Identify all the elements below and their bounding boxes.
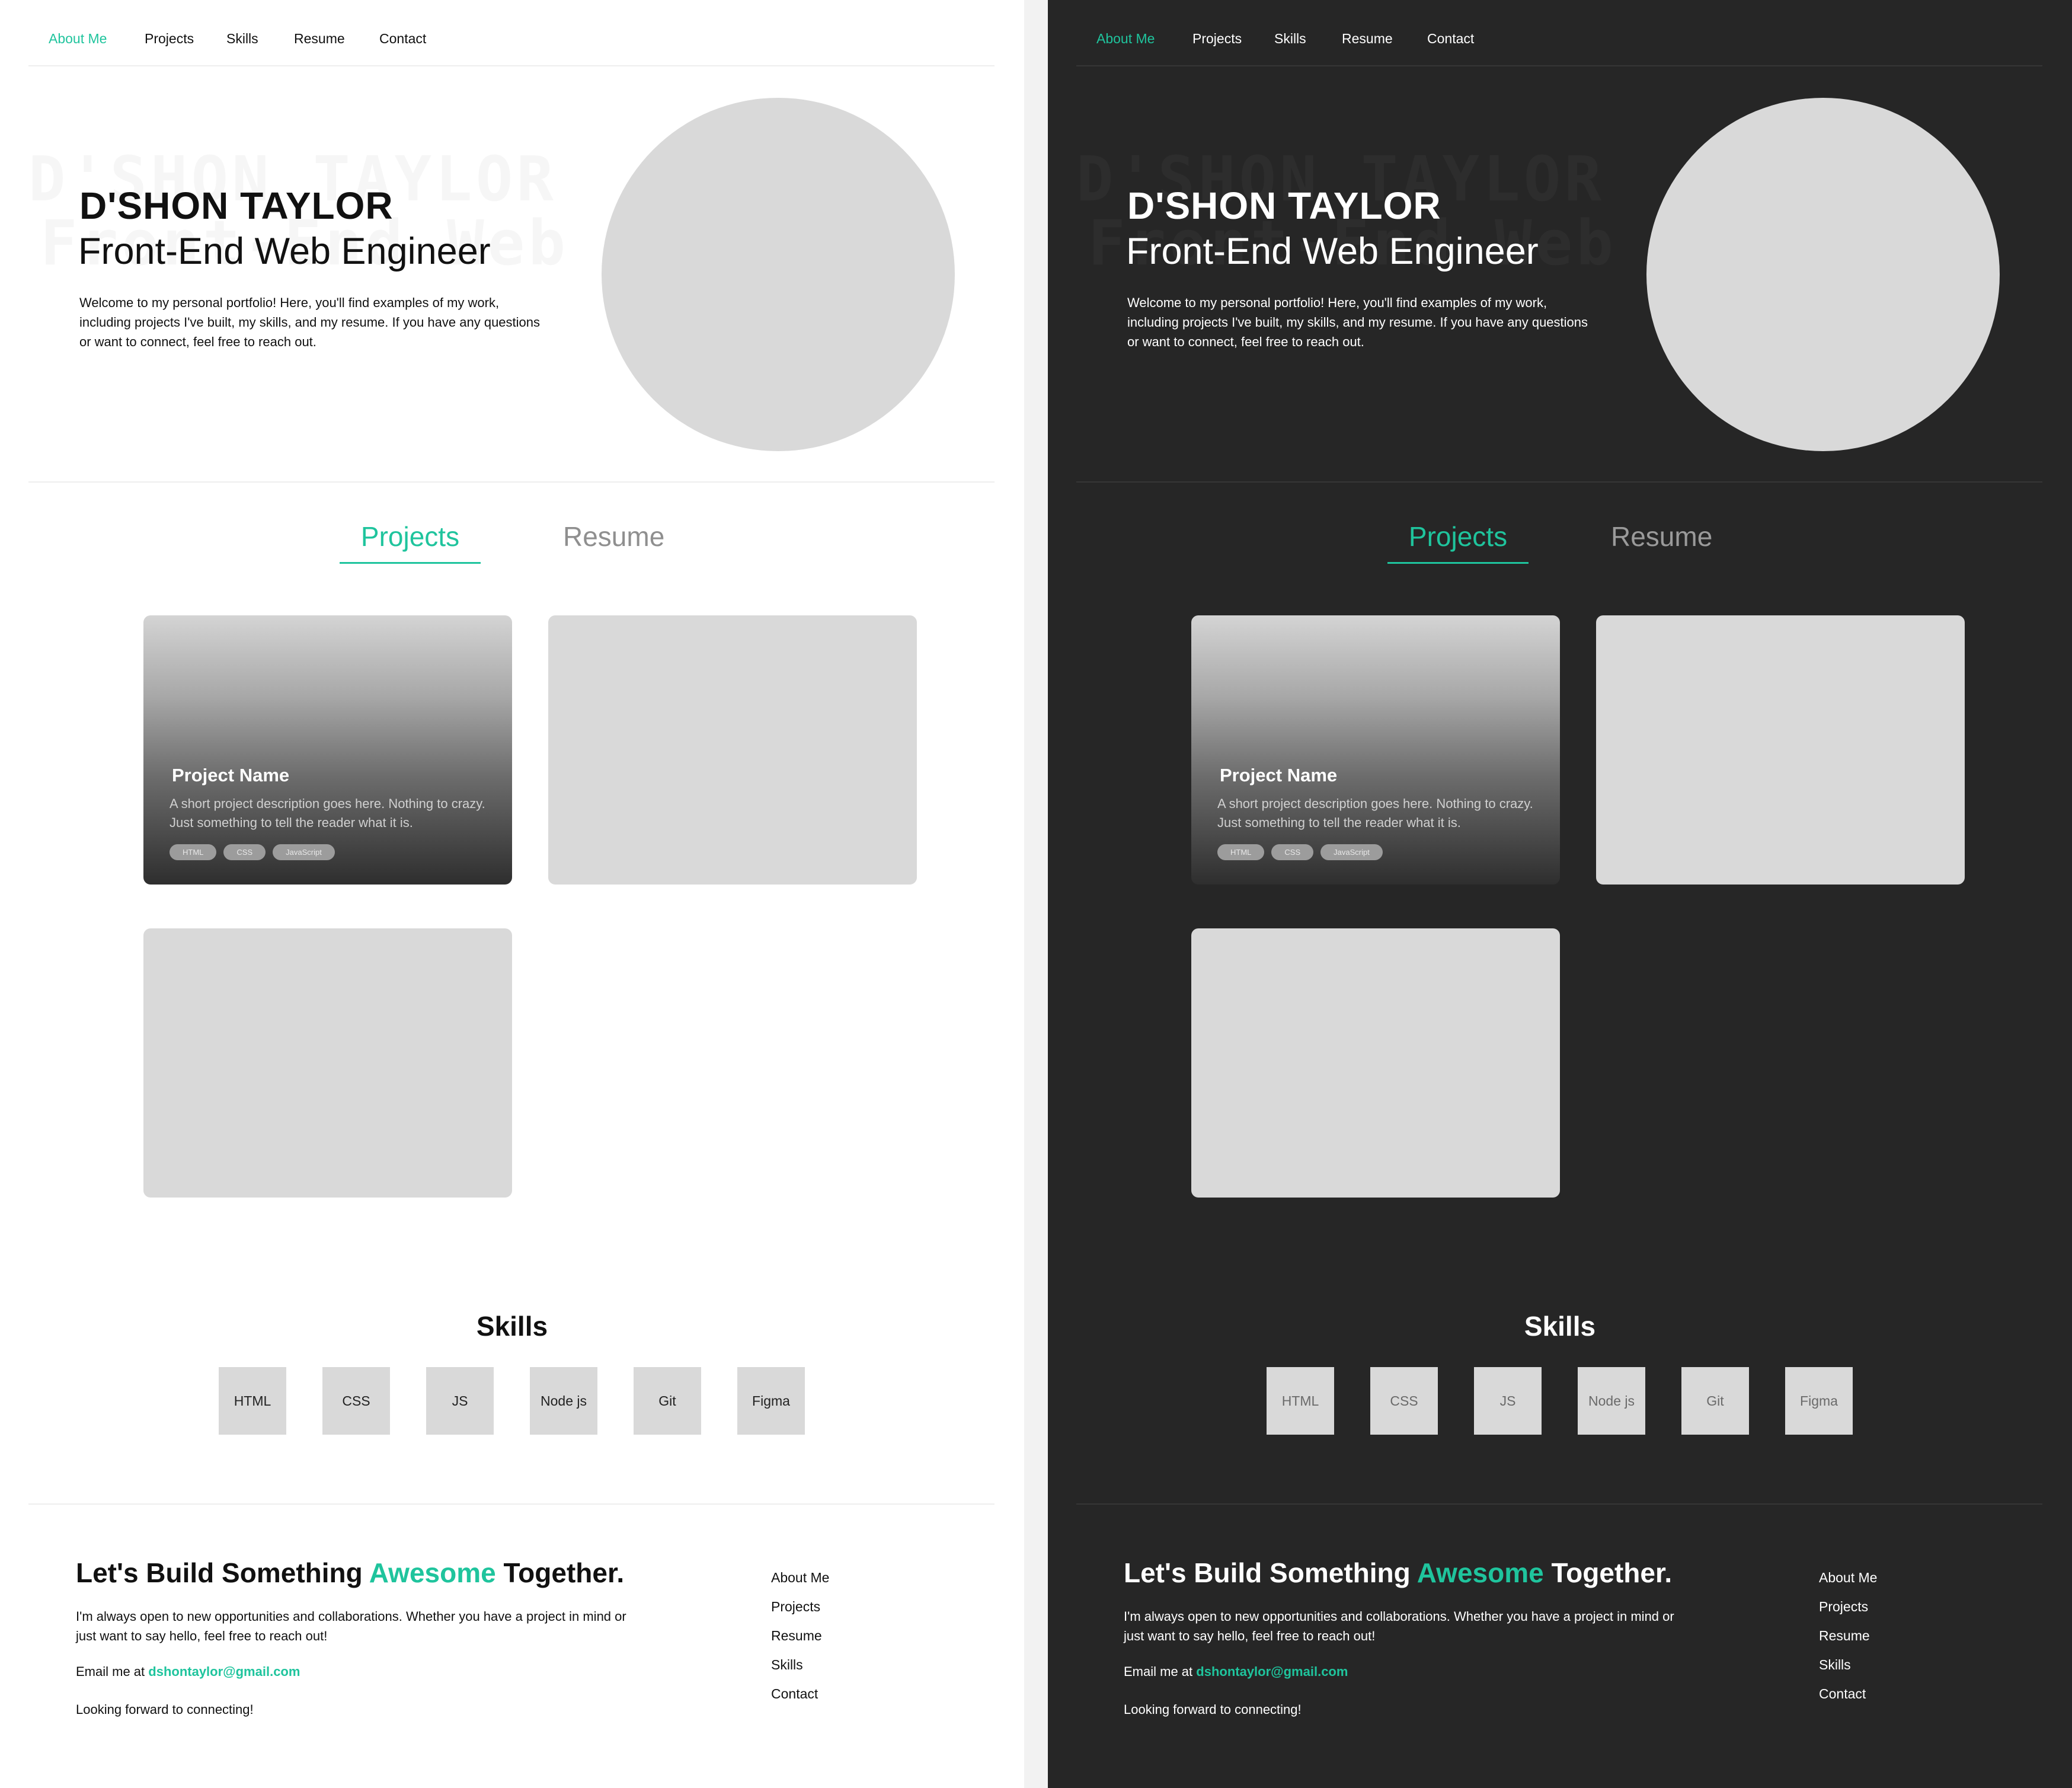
- footer-divider: [28, 1503, 995, 1505]
- cta-title-start: Let's Build Something: [1124, 1557, 1417, 1588]
- tag-javascript: JavaScript: [1320, 844, 1383, 860]
- footer-link-about-me[interactable]: About Me: [771, 1563, 829, 1592]
- hero-intro: Welcome to my personal portfolio! Here, …: [1127, 295, 1588, 349]
- nav-skills[interactable]: Skills: [226, 31, 258, 47]
- tag-css: CSS: [223, 844, 266, 860]
- skill-git: Git: [1681, 1367, 1749, 1435]
- project-card-featured[interactable]: Project Name A short project description…: [143, 615, 512, 885]
- footer-link-projects[interactable]: Projects: [1819, 1592, 1877, 1621]
- tab-resume[interactable]: Resume: [1611, 521, 1712, 553]
- project-card-description: A short project description goes here. N…: [170, 796, 485, 830]
- skill-css: CSS: [322, 1367, 390, 1435]
- skill-css: CSS: [1370, 1367, 1438, 1435]
- cta-title: Let's Build Something Awesome Together.: [76, 1557, 624, 1589]
- cta-text: I'm always open to new opportunities and…: [76, 1609, 626, 1643]
- footer-link-skills[interactable]: Skills: [771, 1650, 829, 1680]
- profile-photo-placeholder: [602, 98, 955, 451]
- project-card-placeholder[interactable]: [548, 615, 917, 885]
- section-divider: [1076, 481, 2042, 483]
- project-card-placeholder[interactable]: [1191, 928, 1560, 1198]
- skill-js: JS: [426, 1367, 494, 1435]
- cta-email-prefix: Email me at: [1124, 1664, 1197, 1679]
- tab-projects[interactable]: Projects: [340, 521, 481, 564]
- skill-git: Git: [634, 1367, 701, 1435]
- section-divider: [28, 481, 995, 483]
- skill-html: HTML: [1267, 1367, 1334, 1435]
- footer-link-resume[interactable]: Resume: [771, 1621, 829, 1650]
- footer-link-contact[interactable]: Contact: [1819, 1680, 1877, 1709]
- hero-name: D'SHON TAYLOR: [79, 184, 394, 227]
- nav-resume[interactable]: Resume: [1342, 31, 1393, 47]
- footer-link-projects[interactable]: Projects: [771, 1592, 829, 1621]
- skill-figma: Figma: [1785, 1367, 1853, 1435]
- skill-html: HTML: [219, 1367, 286, 1435]
- light-theme-page: About Me Projects Skills Resume Contact …: [0, 0, 1024, 1788]
- tab-projects[interactable]: Projects: [1387, 521, 1529, 564]
- dark-theme-page: About Me Projects Skills Resume Contact …: [1048, 0, 2072, 1788]
- footer-nav: About Me Projects Resume Skills Contact: [771, 1563, 829, 1709]
- nav-contact[interactable]: Contact: [379, 31, 426, 47]
- top-nav: About Me Projects Skills Resume Contact: [28, 26, 995, 66]
- footer-divider: [1076, 1503, 2042, 1505]
- project-card-featured[interactable]: Project Name A short project description…: [1191, 615, 1560, 885]
- cta-email-line: Email me at dshontaylor@gmail.com: [1124, 1664, 1348, 1680]
- email-link[interactable]: dshontaylor@gmail.com: [1196, 1664, 1348, 1679]
- nav-projects[interactable]: Projects: [145, 31, 194, 47]
- skill-js: JS: [1474, 1367, 1542, 1435]
- tag-html: HTML: [1217, 844, 1265, 860]
- hero-role: Front-End Web Engineer: [78, 231, 491, 272]
- footer-link-skills[interactable]: Skills: [1819, 1650, 1877, 1680]
- nav-about-me[interactable]: About Me: [1096, 31, 1155, 47]
- project-card-tags: HTML CSS JavaScript: [170, 844, 335, 860]
- email-link[interactable]: dshontaylor@gmail.com: [148, 1664, 300, 1679]
- skill-figma: Figma: [737, 1367, 805, 1435]
- skill-nodejs: Node js: [1578, 1367, 1645, 1435]
- project-card-title: Project Name: [172, 765, 290, 786]
- project-card-title: Project Name: [1220, 765, 1338, 786]
- cta-title: Let's Build Something Awesome Together.: [1124, 1557, 1672, 1589]
- tab-resume[interactable]: Resume: [563, 521, 664, 553]
- cta-email-line: Email me at dshontaylor@gmail.com: [76, 1664, 300, 1680]
- nav-about-me[interactable]: About Me: [49, 31, 107, 47]
- hero-name: D'SHON TAYLOR: [1127, 184, 1441, 227]
- nav-resume[interactable]: Resume: [294, 31, 345, 47]
- cta-signoff: Looking forward to connecting!: [76, 1702, 254, 1717]
- profile-photo-placeholder: [1646, 98, 2000, 451]
- cta-text: I'm always open to new opportunities and…: [1124, 1609, 1674, 1643]
- tag-javascript: JavaScript: [273, 844, 335, 860]
- top-nav: About Me Projects Skills Resume Contact: [1076, 26, 2042, 66]
- cta-email-prefix: Email me at: [76, 1664, 149, 1679]
- cta-title-end: Together.: [1543, 1557, 1673, 1588]
- footer-link-contact[interactable]: Contact: [771, 1680, 829, 1709]
- nav-projects[interactable]: Projects: [1192, 31, 1242, 47]
- cta-title-start: Let's Build Something: [76, 1557, 369, 1588]
- hero-intro: Welcome to my personal portfolio! Here, …: [79, 295, 541, 349]
- footer-nav: About Me Projects Resume Skills Contact: [1819, 1563, 1877, 1709]
- skills-title: Skills: [1524, 1311, 1596, 1342]
- hero-role: Front-End Web Engineer: [1126, 231, 1539, 272]
- footer-link-about-me[interactable]: About Me: [1819, 1563, 1877, 1592]
- cta-signoff: Looking forward to connecting!: [1124, 1702, 1302, 1717]
- tag-html: HTML: [170, 844, 217, 860]
- footer-link-resume[interactable]: Resume: [1819, 1621, 1877, 1650]
- project-card-description: A short project description goes here. N…: [1217, 796, 1533, 830]
- skill-nodejs: Node js: [530, 1367, 597, 1435]
- project-card-placeholder[interactable]: [1596, 615, 1965, 885]
- skills-title: Skills: [476, 1311, 548, 1342]
- nav-skills[interactable]: Skills: [1274, 31, 1306, 47]
- cta-title-accent: Awesome: [1416, 1557, 1544, 1588]
- cta-title-accent: Awesome: [369, 1557, 496, 1588]
- nav-contact[interactable]: Contact: [1427, 31, 1474, 47]
- cta-title-end: Together.: [495, 1557, 625, 1588]
- tag-css: CSS: [1271, 844, 1314, 860]
- project-card-tags: HTML CSS JavaScript: [1217, 844, 1383, 860]
- project-card-placeholder[interactable]: [143, 928, 512, 1198]
